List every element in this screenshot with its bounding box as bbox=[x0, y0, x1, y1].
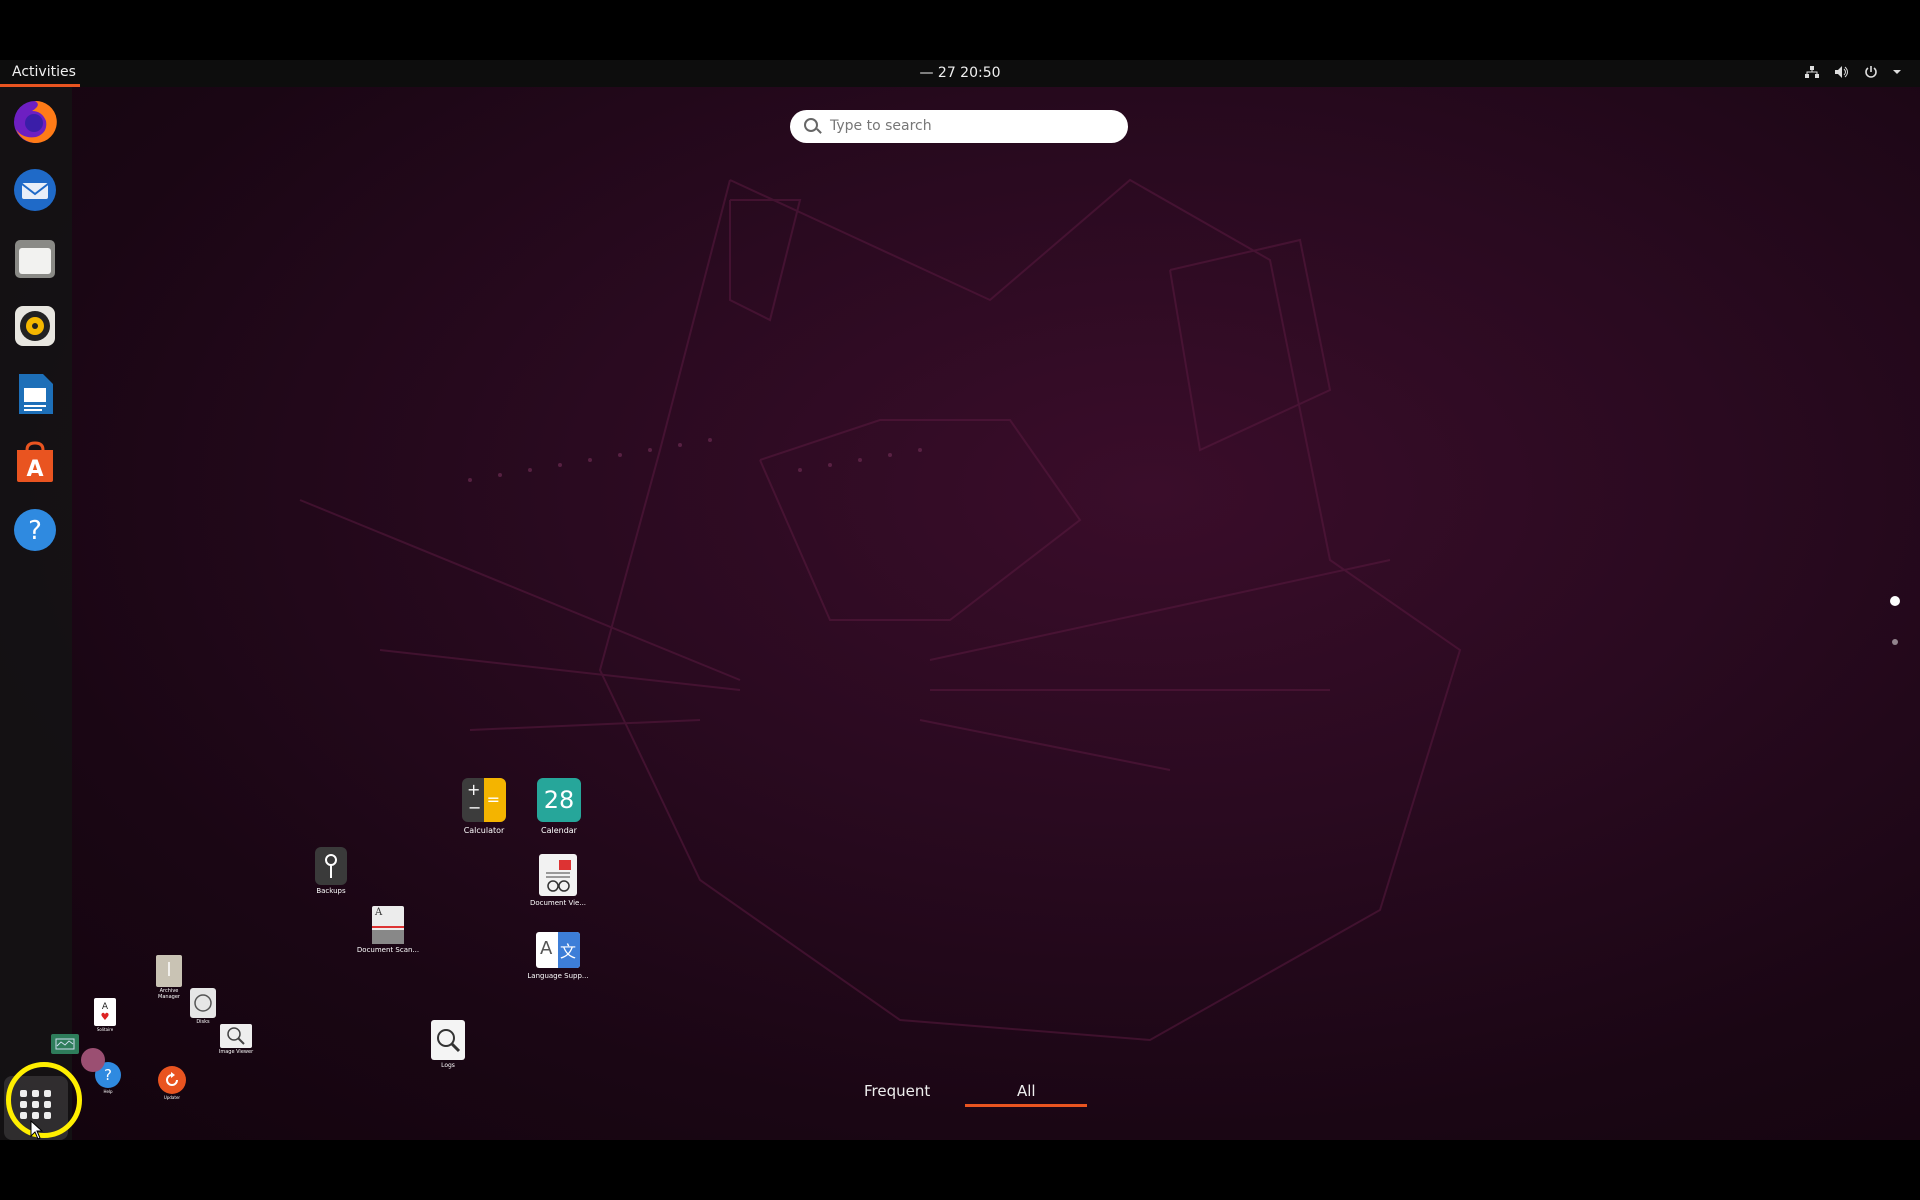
dock-libreoffice-writer[interactable] bbox=[10, 369, 60, 419]
app-label: Logs bbox=[441, 1062, 455, 1069]
tab-frequent[interactable]: Frequent bbox=[864, 1082, 930, 1100]
page-indicator-1[interactable] bbox=[1890, 596, 1900, 606]
updater-icon bbox=[158, 1066, 186, 1094]
app-document-scanner[interactable]: A Document Scan... bbox=[356, 906, 420, 954]
thunderbird-icon bbox=[14, 169, 56, 211]
app-solitaire[interactable]: A ♥ Solitaire bbox=[90, 998, 120, 1032]
help-icon: ? bbox=[14, 509, 56, 551]
language-support-icon: A 文 bbox=[536, 932, 580, 968]
top-bar: Activities — 27 20:50 bbox=[0, 60, 1920, 87]
app-label: Language Supp... bbox=[527, 972, 589, 980]
click-highlight-circle bbox=[6, 1062, 82, 1138]
app-label: Solitaire bbox=[96, 1027, 114, 1032]
app-label: Calendar bbox=[541, 826, 577, 835]
dock-rhythmbox[interactable] bbox=[10, 301, 60, 351]
image-viewer-icon bbox=[220, 1024, 252, 1048]
disks-icon bbox=[190, 988, 216, 1018]
settings-icon bbox=[81, 1048, 105, 1072]
app-updater[interactable]: Updater bbox=[156, 1066, 188, 1100]
calculator-icon: + − = bbox=[462, 778, 506, 822]
svg-text:?: ? bbox=[28, 516, 42, 546]
dock-files[interactable] bbox=[10, 233, 60, 283]
dock-ubuntu-software[interactable]: A bbox=[10, 437, 60, 487]
app-calendar[interactable]: 28 Calendar bbox=[534, 778, 584, 835]
letterbox-bottom bbox=[0, 1140, 1920, 1200]
app-document-viewer[interactable]: Document Vie... bbox=[526, 854, 590, 907]
archive-manager-icon bbox=[156, 955, 182, 987]
system-tray[interactable] bbox=[1804, 65, 1902, 79]
search-input[interactable]: Type to search bbox=[790, 110, 1128, 143]
app-settings[interactable] bbox=[80, 1048, 106, 1072]
logs-icon bbox=[431, 1020, 465, 1060]
rhythmbox-icon bbox=[15, 306, 55, 346]
wallpaper-art bbox=[299, 178, 1462, 1042]
chevron-down-icon[interactable] bbox=[1892, 65, 1902, 79]
app-language-support[interactable]: A 文 Language Supp... bbox=[526, 932, 590, 980]
clock[interactable]: — 27 20:50 bbox=[0, 65, 1920, 81]
dock: A ? bbox=[0, 87, 72, 1140]
desktop-screen: Activities — 27 20:50 A ? Type to search… bbox=[0, 60, 1920, 1140]
app-label: Help bbox=[103, 1089, 113, 1094]
app-backups[interactable]: Backups bbox=[310, 847, 352, 895]
network-icon[interactable] bbox=[1804, 65, 1820, 79]
app-label: Document Scan... bbox=[356, 946, 420, 954]
app-disks[interactable]: Disks bbox=[188, 988, 218, 1025]
solitaire-icon: A ♥ bbox=[94, 998, 116, 1026]
search-placeholder: Type to search bbox=[830, 118, 932, 134]
tab-all[interactable]: All bbox=[1017, 1082, 1036, 1100]
app-archive-manager[interactable]: Archive Manager bbox=[148, 955, 190, 1000]
app-label: Archive Manager bbox=[158, 988, 180, 1000]
app-image-viewer[interactable]: Image Viewer bbox=[216, 1024, 256, 1055]
svg-text:A: A bbox=[26, 457, 43, 482]
dock-thunderbird[interactable] bbox=[10, 165, 60, 215]
app-label: Backups bbox=[316, 887, 346, 895]
dock-firefox[interactable] bbox=[10, 97, 60, 147]
tab-all-underline bbox=[965, 1104, 1087, 1107]
app-label: Calculator bbox=[463, 826, 505, 835]
writer-icon bbox=[19, 374, 53, 414]
system-monitor-icon bbox=[51, 1034, 79, 1054]
software-store-icon: A bbox=[17, 441, 53, 482]
letterbox-top bbox=[0, 0, 1920, 60]
app-label: Updater bbox=[163, 1095, 181, 1100]
page-indicator-2[interactable] bbox=[1892, 639, 1898, 645]
app-label: Disks bbox=[196, 1019, 210, 1025]
app-logs[interactable]: Logs bbox=[428, 1020, 468, 1069]
firefox-icon bbox=[14, 100, 57, 143]
backups-icon bbox=[315, 847, 347, 885]
app-calculator[interactable]: + − = Calculator bbox=[460, 778, 508, 835]
app-label: Image Viewer bbox=[218, 1049, 254, 1055]
document-viewer-icon bbox=[539, 854, 577, 896]
app-label: Document Vie... bbox=[529, 899, 587, 907]
volume-icon[interactable] bbox=[1834, 65, 1850, 79]
search-icon bbox=[804, 118, 818, 132]
files-icon bbox=[15, 240, 55, 278]
mouse-cursor-icon bbox=[30, 1120, 44, 1140]
calendar-icon: 28 bbox=[537, 778, 581, 822]
app-system-monitor[interactable] bbox=[50, 1034, 80, 1054]
document-scanner-icon: A bbox=[372, 906, 404, 944]
power-icon[interactable] bbox=[1864, 65, 1878, 79]
dock-help[interactable]: ? bbox=[10, 505, 60, 555]
